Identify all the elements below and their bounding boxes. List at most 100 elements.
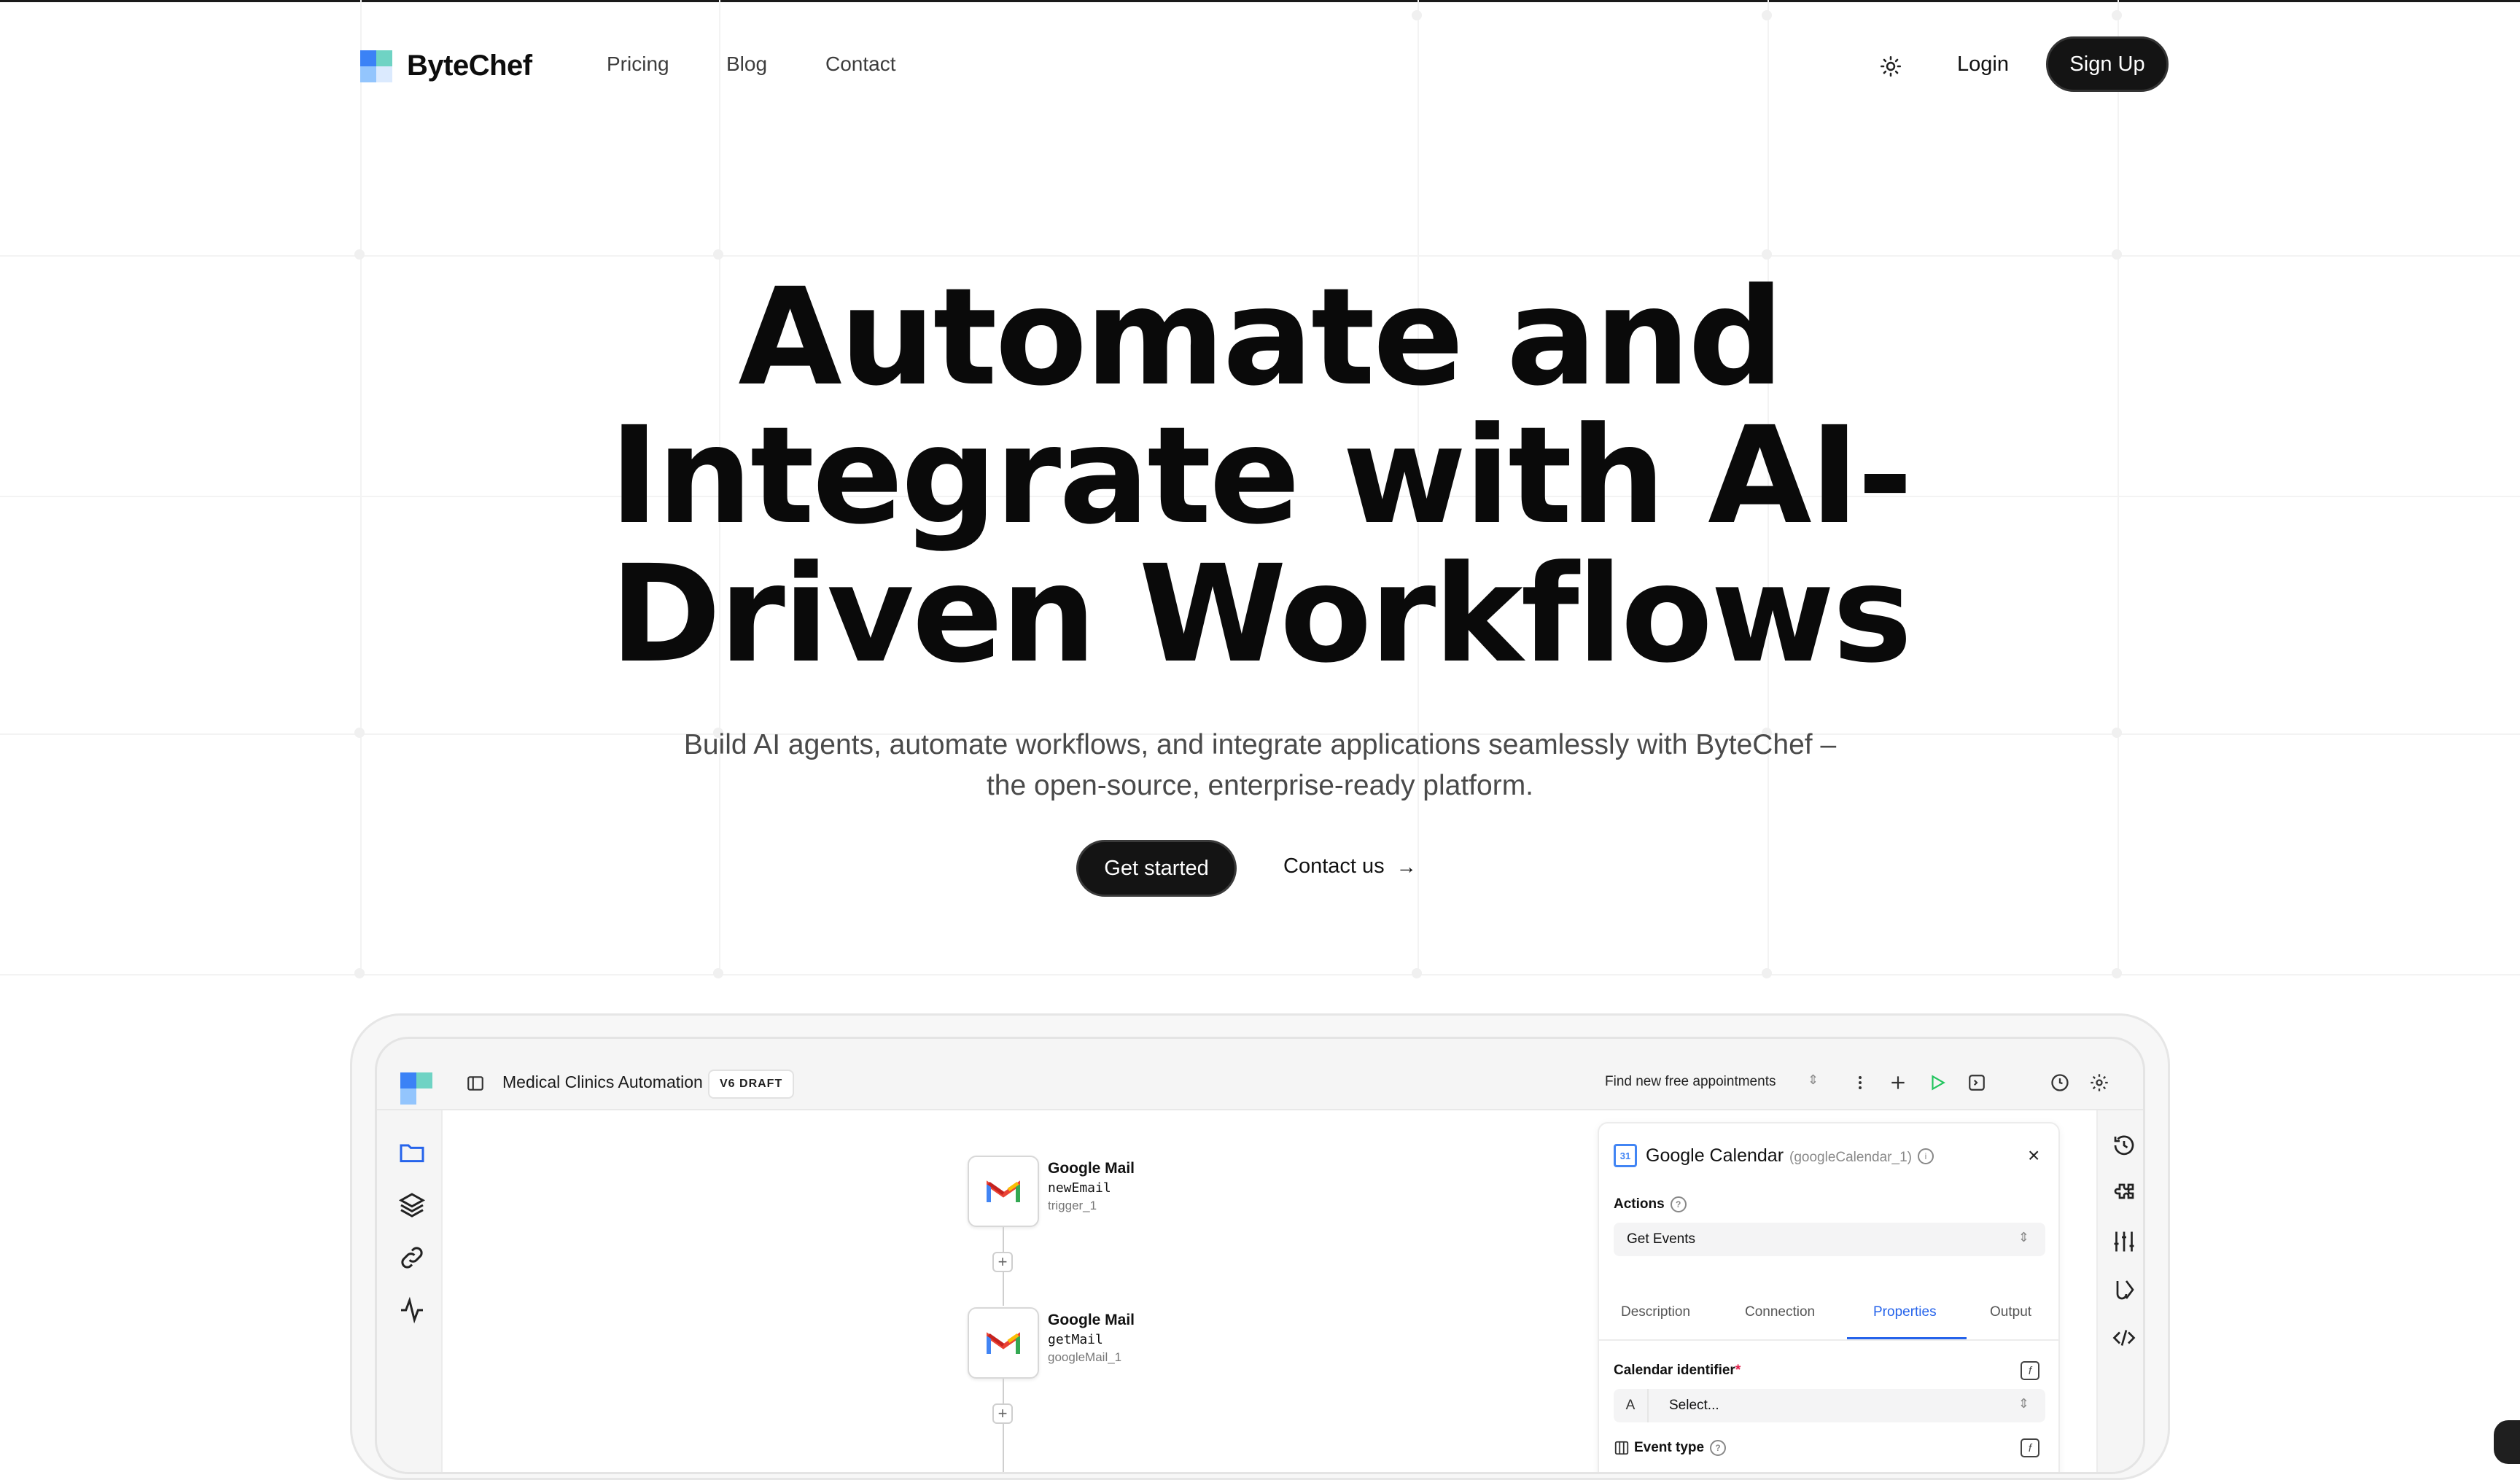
tab-description[interactable]: Description <box>1621 1304 1690 1320</box>
add-node-button[interactable]: + <box>992 1403 1013 1424</box>
grid-dot <box>354 968 365 978</box>
play-icon[interactable] <box>1924 1070 1951 1096</box>
formula-icon[interactable]: f <box>2021 1438 2039 1457</box>
calendar-identifier-label: Calendar identifier* <box>1614 1363 1741 1379</box>
edge-line <box>1003 1227 1004 1252</box>
grid-dot <box>1412 968 1422 978</box>
event-type-label: Event type? <box>1634 1440 1727 1456</box>
chevron-up-down-icon[interactable]: ⇕ <box>1808 1072 1819 1088</box>
tab-output[interactable]: Output <box>1990 1304 2031 1320</box>
get-started-button[interactable]: Get started <box>1076 840 1237 897</box>
sliders-icon[interactable] <box>2111 1228 2137 1255</box>
folder-icon[interactable] <box>397 1138 427 1167</box>
layers-icon[interactable] <box>397 1191 427 1220</box>
node-properties-panel: 31 Google Calendar (googleCalendar_1) i × … <box>1598 1122 2060 1472</box>
edge-line <box>1003 1379 1004 1403</box>
node-title: Google Mail <box>1048 1312 1135 1328</box>
contact-us-link[interactable]: Contact us → <box>1283 854 1417 879</box>
grid-line <box>2118 0 2119 970</box>
actions-label-text: Actions <box>1614 1196 1665 1212</box>
bytechef-logo-icon <box>360 50 392 82</box>
grid-line <box>0 974 2520 975</box>
nav-link-blog[interactable]: Blog <box>726 52 767 76</box>
edge-line <box>1003 1272 1004 1306</box>
activity-icon[interactable] <box>397 1296 427 1325</box>
plus-icon[interactable] <box>1885 1070 1911 1096</box>
arrow-right-icon: → <box>1396 854 1417 878</box>
calendar-identifier-placeholder: Select... <box>1669 1398 1719 1413</box>
workflow-select[interactable]: Find new free appointments <box>1605 1074 1776 1090</box>
actions-select-value: Get Events <box>1627 1231 1695 1247</box>
grid-dot <box>2112 968 2122 978</box>
tab-connection[interactable]: Connection <box>1745 1304 1815 1320</box>
left-sidebar <box>377 1110 441 1472</box>
gear-icon[interactable] <box>2086 1070 2112 1096</box>
clock-icon[interactable] <box>2047 1070 2073 1096</box>
code-icon[interactable] <box>2111 1325 2137 1351</box>
node-id: googleMail_1 <box>1048 1350 1122 1364</box>
hero-subtitle: Build AI agents, automate workflows, and… <box>683 729 1837 801</box>
help-icon[interactable]: ? <box>1670 1196 1687 1212</box>
sidebar-toggle-icon[interactable] <box>466 1074 485 1093</box>
grid-line <box>360 0 362 970</box>
site-header: ByteChef Pricing Blog Contact Login Sign… <box>0 0 2520 131</box>
node-operation: newEmail <box>1048 1180 1111 1196</box>
type-prefix: A <box>1614 1389 1649 1422</box>
contact-us-label: Contact us <box>1283 854 1385 878</box>
chevron-up-down-icon: ⇕ <box>2018 1230 2029 1245</box>
variable-icon[interactable] <box>2111 1277 2137 1303</box>
google-calendar-icon: 31 <box>1614 1144 1637 1167</box>
nav-link-pricing[interactable]: Pricing <box>607 52 669 76</box>
panel-title-id: (googleCalendar_1) <box>1789 1150 1912 1165</box>
login-link[interactable]: Login <box>1957 52 2009 77</box>
actions-label: Actions? <box>1614 1196 1687 1212</box>
grid-dot <box>1762 968 1772 978</box>
gmail-icon <box>968 1156 1039 1227</box>
chevron-up-down-icon: ⇕ <box>2018 1396 2029 1411</box>
right-sidebar <box>2096 1110 2143 1472</box>
workflow-node[interactable]: Google Mail getMail googleMail_1 <box>968 1307 1135 1379</box>
edge-line <box>1003 1424 1004 1472</box>
workflow-name: Medical Clinics Automation <box>502 1072 703 1091</box>
calendar-identifier-select[interactable]: Select... ⇕ <box>1614 1389 2045 1422</box>
app-logo-icon[interactable] <box>400 1072 432 1105</box>
chat-widget-button[interactable] <box>2494 1420 2520 1464</box>
link-icon[interactable] <box>397 1243 427 1272</box>
gmail-icon <box>968 1307 1039 1379</box>
brand-logo-link[interactable]: ByteChef <box>360 50 532 82</box>
grid-dot <box>713 249 723 260</box>
signup-button[interactable]: Sign Up <box>2046 36 2169 92</box>
app-preview-window: Medical Clinics Automation V6 DRAFT Find… <box>375 1037 2145 1474</box>
puzzle-icon[interactable] <box>2111 1180 2137 1207</box>
node-operation: getMail <box>1048 1332 1103 1347</box>
formula-icon[interactable]: f <box>2021 1361 2039 1380</box>
terminal-icon[interactable] <box>1964 1070 1990 1096</box>
grid-dot <box>354 249 365 260</box>
panel-title: Google Calendar (googleCalendar_1) i <box>1646 1145 1934 1167</box>
nav-link-contact[interactable]: Contact <box>825 52 896 76</box>
info-icon[interactable]: i <box>1917 1148 1934 1165</box>
calendar-identifier-label-text: Calendar identifier <box>1614 1363 1735 1378</box>
required-marker: * <box>1735 1363 1741 1378</box>
grid-dot <box>1762 249 1772 260</box>
node-title: Google Mail <box>1048 1160 1135 1177</box>
workflow-canvas[interactable]: Google Mail newEmail trigger_1 + Google … <box>441 1110 2098 1472</box>
actions-select[interactable]: Get Events ⇕ <box>1614 1223 2045 1256</box>
grid-dot <box>2112 728 2122 738</box>
panel-title-text: Google Calendar <box>1646 1145 1784 1166</box>
sun-icon[interactable] <box>1878 54 1903 79</box>
grid-dot <box>713 968 723 978</box>
close-icon[interactable]: × <box>2028 1144 2039 1167</box>
history-icon[interactable] <box>2111 1132 2137 1158</box>
add-node-button[interactable]: + <box>992 1252 1013 1272</box>
array-icon <box>1614 1440 1630 1456</box>
grid-line <box>0 255 2520 257</box>
help-icon[interactable]: ? <box>1710 1440 1727 1456</box>
workflow-node[interactable]: Google Mail newEmail trigger_1 <box>968 1156 1135 1227</box>
tab-properties[interactable]: Properties <box>1873 1304 1937 1320</box>
hero-title: Automate and Integrate with AI-Driven Wo… <box>609 260 1913 693</box>
node-id: trigger_1 <box>1048 1199 1097 1212</box>
brand-name: ByteChef <box>407 50 532 82</box>
active-tab-indicator <box>1847 1337 1967 1339</box>
more-vertical-icon[interactable] <box>1847 1070 1873 1096</box>
